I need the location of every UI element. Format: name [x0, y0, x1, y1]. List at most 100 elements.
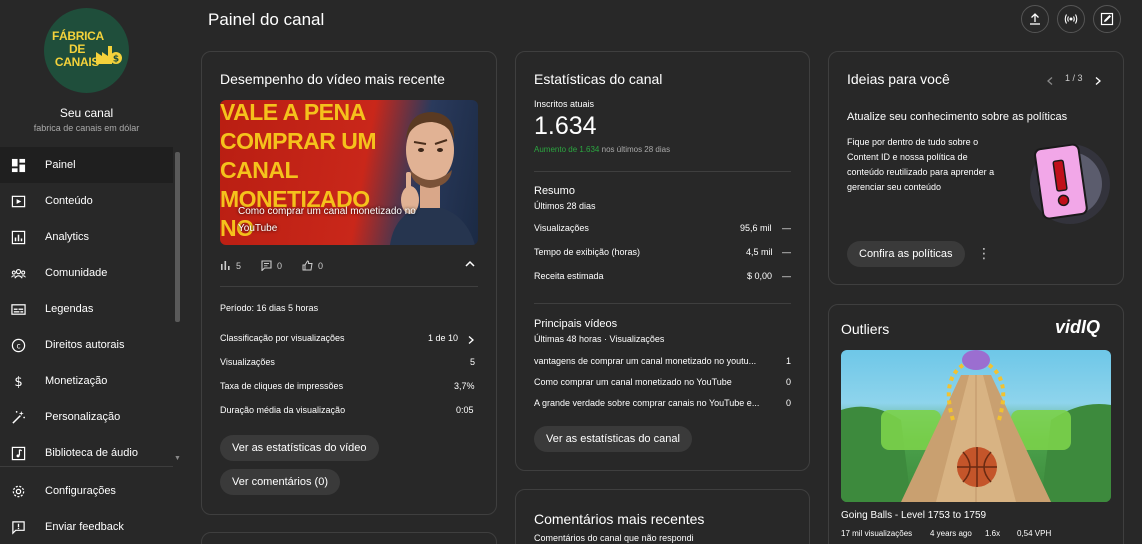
divider — [220, 286, 478, 287]
collapse-chevron-icon[interactable] — [464, 258, 476, 273]
metric-value: 1 de 10 — [428, 333, 459, 343]
comments-subtitle: Comentários do canal que não respondi — [534, 533, 694, 543]
view-comments-button[interactable]: Ver comentários (0) — [220, 469, 340, 495]
gear-icon — [10, 483, 26, 499]
top-video-title[interactable]: A grande verdade sobre comprar canais no… — [534, 398, 779, 408]
community-icon — [10, 265, 26, 281]
policy-warning-illustration — [1030, 143, 1110, 224]
sidebar-item-community[interactable]: Comunidade — [0, 255, 173, 291]
ideas-card: Ideias para você 1 / 3 Atualize seu conh… — [828, 51, 1124, 285]
summary-label: Visualizações — [534, 223, 589, 233]
channel-handle: fabrica de canais em dólar — [33, 123, 140, 133]
edit-icon — [1100, 12, 1114, 26]
chevron-right-icon[interactable] — [466, 332, 476, 350]
comment-icon — [261, 260, 272, 272]
thumbs-up-icon — [302, 260, 313, 271]
subtitles-icon — [10, 301, 26, 317]
sidebar-item-settings[interactable]: Configurações — [0, 473, 173, 509]
sidebar-item-copyright[interactable]: c Direitos autorais — [0, 327, 173, 363]
top-videos-title: Principais vídeos — [534, 318, 618, 330]
sidebar-item-label: Legendas — [45, 303, 94, 315]
customization-icon — [10, 409, 26, 425]
period-label: Período: 16 dias 5 horas — [220, 303, 319, 313]
sidebar-nav: Painel Conteúdo Analytics Comunidade Leg… — [0, 147, 173, 471]
sidebar-item-label: Painel — [45, 159, 76, 171]
scroll-down-icon[interactable]: ▼ — [174, 455, 181, 462]
svg-text:$: $ — [14, 375, 22, 389]
summary-value: 95,6 mil — [740, 223, 772, 233]
bar-chart-icon — [220, 260, 231, 271]
top-video-title[interactable]: Como comprar um canal monetizado no YouT… — [534, 377, 779, 387]
chevron-right-icon[interactable] — [1093, 73, 1103, 91]
sidebar-item-label: Enviar feedback — [45, 521, 124, 533]
card-title: Ideias para você — [847, 71, 950, 87]
video-stats-button[interactable]: Ver as estatísticas do vídeo — [220, 435, 379, 461]
summary-title: Resumo — [534, 185, 575, 197]
svg-text:$: $ — [113, 55, 119, 65]
check-policies-button[interactable]: Confira as políticas — [847, 241, 965, 267]
monetization-icon: $ — [10, 373, 26, 389]
video-thumbnail[interactable]: VALE A PENA COMPRAR UM CANAL MONETIZADO … — [220, 100, 478, 245]
sidebar-item-subtitles[interactable]: Legendas — [0, 291, 173, 327]
sidebar-item-analytics[interactable]: Analytics — [0, 219, 173, 255]
channel-avatar[interactable]: FÁBRICA DE CANAIS $ — [44, 8, 129, 93]
sidebar-item-label: Comunidade — [45, 267, 108, 279]
summary-label: Tempo de exibição (horas) — [534, 247, 641, 257]
outliers-card: Outliers vidIQ Going Balls - Level 1753 … — [828, 304, 1124, 544]
page-title: Painel do canal — [208, 10, 325, 29]
sidebar-item-label: Analytics — [45, 231, 90, 243]
go-live-button[interactable] — [1057, 5, 1085, 33]
outlier-meta-age: 4 years ago — [930, 529, 972, 538]
more-options-icon[interactable]: ⋮ — [977, 246, 991, 260]
game-scene-image — [841, 350, 1111, 502]
latest-video-card: Desempenho do vídeo mais recente VALE A … — [201, 51, 497, 515]
channel-stats-card: Estatísticas do canal Inscritos atuais 1… — [515, 51, 810, 471]
outlier-video-thumbnail[interactable] — [841, 350, 1111, 502]
feedback-icon — [10, 519, 26, 535]
sidebar-item-label: Direitos autorais — [45, 339, 125, 351]
top-video-title[interactable]: vantagens de comprar um canal monetizado… — [534, 356, 779, 366]
ideas-heading: Atualize seu conhecimento sobre as polít… — [847, 111, 1068, 123]
summary-value: $ 0,00 — [747, 271, 773, 281]
summary-period: Últimos 28 dias — [534, 201, 596, 211]
thumbnail-caption: Como comprar um canal monetizado no YouT… — [238, 206, 416, 234]
ideas-pager: 1 / 3 — [1065, 73, 1083, 83]
chevron-left-icon[interactable] — [1045, 73, 1055, 91]
sidebar-item-feedback[interactable]: Enviar feedback — [0, 509, 173, 544]
outlier-multiplier: 1.6x — [985, 529, 1001, 538]
divider — [534, 303, 791, 304]
metric-label: Visualizações — [220, 357, 275, 367]
sidebar-item-content[interactable]: Conteúdo — [0, 183, 173, 219]
sidebar-item-dashboard[interactable]: Painel — [0, 147, 173, 183]
channel-stats-button[interactable]: Ver as estatísticas do canal — [534, 426, 692, 452]
svg-text:c: c — [16, 341, 20, 350]
upload-button[interactable] — [1021, 5, 1049, 33]
sidebar-item-label: Monetização — [45, 375, 108, 387]
top-videos-period: Últimas 48 horas · Visualizações — [534, 334, 665, 344]
summary-trend: — — [782, 223, 791, 233]
create-post-button[interactable] — [1093, 5, 1121, 33]
likes-count: 0 — [318, 260, 324, 271]
sidebar-item-label: Biblioteca de áudio — [45, 447, 138, 459]
sidebar-item-monetization[interactable]: $ Monetização — [0, 363, 173, 399]
card-title: Desempenho do vídeo mais recente — [220, 71, 445, 87]
subscribers-delta-suffix: nos últimos 28 dias — [601, 145, 671, 154]
subscribers-delta: Aumento de 1.634 — [534, 145, 600, 154]
sidebar-item-label: Personalização — [45, 411, 121, 423]
card-title: Comentários mais recentes — [534, 511, 705, 527]
video-stats-row: 5 0 0 — [220, 260, 324, 272]
subscribers-value: 1.634 — [534, 112, 597, 140]
sidebar: FÁBRICA DE CANAIS $ Seu canal fabrica de… — [0, 0, 183, 544]
outlier-video-title[interactable]: Going Balls - Level 1753 to 1759 — [841, 510, 986, 521]
summary-value: 4,5 mil — [746, 247, 773, 257]
sidebar-scrollbar[interactable] — [175, 152, 180, 322]
sidebar-item-customization[interactable]: Personalização — [0, 399, 173, 435]
recent-comments-card: Comentários mais recentes Comentários do… — [515, 489, 810, 544]
live-icon — [1064, 14, 1078, 24]
views-count: 5 — [236, 260, 242, 271]
summary-label: Receita estimada — [534, 271, 604, 281]
metric-value: 5 — [470, 357, 476, 367]
summary-trend: — — [782, 247, 791, 257]
top-video-views: 0 — [786, 398, 792, 408]
next-card-partial — [201, 532, 497, 544]
